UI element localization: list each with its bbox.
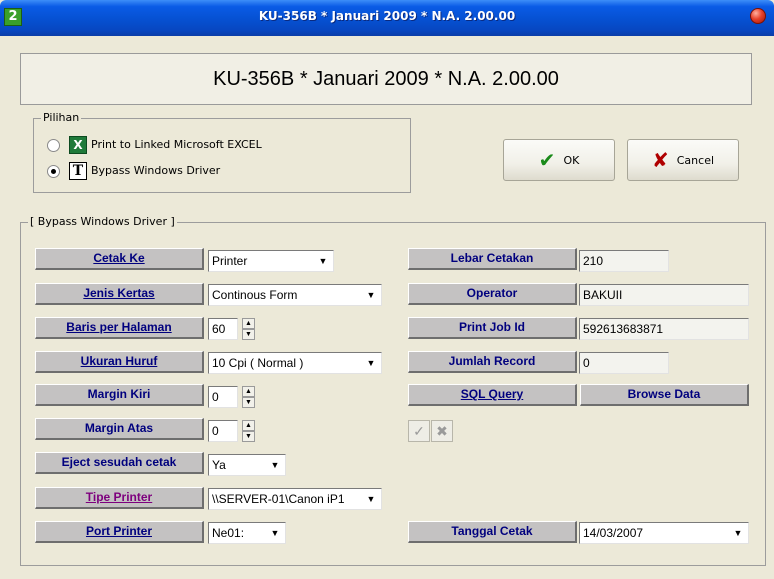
operator-field[interactable]: BAKUII [579, 284, 749, 306]
excel-icon: X [69, 136, 87, 154]
option-bypass-driver[interactable]: T Bypass Windows Driver [47, 162, 347, 182]
jumlah-record-field[interactable]: 0 [579, 352, 669, 374]
jenis-kertas-select[interactable]: Continous Form ▼ [208, 284, 382, 306]
label-jumlah-record: Jumlah Record [408, 351, 577, 373]
spin-down-icon[interactable]: ▼ [242, 397, 255, 408]
label-print-job-id: Print Job Id [408, 317, 577, 339]
label-cetak-ke: Cetak Ke [35, 248, 204, 270]
option-print-excel-label: Print to Linked Microsoft EXCEL [91, 138, 262, 151]
ok-button-label: OK [563, 153, 580, 167]
spin-down-icon[interactable]: ▼ [242, 329, 255, 340]
radio-print-excel[interactable] [47, 139, 60, 152]
chevron-down-icon[interactable]: ▼ [315, 253, 331, 269]
spin-up-icon[interactable]: ▲ [242, 420, 255, 431]
pilihan-group: Pilihan X Print to Linked Microsoft EXCE… [33, 111, 411, 193]
ukuran-huruf-select[interactable]: 10 Cpi ( Normal ) ▼ [208, 352, 382, 374]
label-lebar-cetakan: Lebar Cetakan [408, 248, 577, 270]
sql-query-button[interactable]: SQL Query [408, 384, 577, 406]
cetak-ke-select[interactable]: Printer ▼ [208, 250, 334, 272]
text-t-icon: T [69, 162, 87, 180]
tipe-printer-select[interactable]: \\SERVER-01\Canon iP1 ▼ [208, 488, 382, 510]
bypass-driver-legend: [ Bypass Windows Driver ] [28, 215, 177, 228]
margin-atas-spinner[interactable]: ▲ ▼ [242, 420, 255, 442]
title-bar[interactable]: 2 KU-356B * Januari 2009 * N.A. 2.00.00 [0, 0, 774, 36]
label-eject-sesudah-cetak: Eject sesudah cetak [35, 452, 204, 474]
lebar-cetakan-field[interactable]: 210 [579, 250, 669, 272]
header-panel: KU-356B * Januari 2009 * N.A. 2.00.00 [20, 53, 752, 105]
print-job-id-field[interactable]: 592613683871 [579, 318, 749, 340]
cancel-button[interactable]: ✘ Cancel [627, 139, 739, 181]
margin-atas-input[interactable]: 0 [208, 420, 238, 442]
chevron-down-icon[interactable]: ▼ [267, 457, 283, 473]
label-tanggal-cetak: Tanggal Cetak [408, 521, 577, 543]
baris-per-halaman-spinner[interactable]: ▲ ▼ [242, 318, 255, 340]
label-margin-atas: Margin Atas [35, 418, 204, 440]
pilihan-legend: Pilihan [41, 111, 82, 124]
eject-sesudah-cetak-select[interactable]: Ya ▼ [208, 454, 286, 476]
header-title: KU-356B * Januari 2009 * N.A. 2.00.00 [213, 68, 559, 90]
label-tipe-printer: Tipe Printer [35, 487, 204, 509]
margin-kiri-spinner[interactable]: ▲ ▼ [242, 386, 255, 408]
tanggal-cetak-picker[interactable]: 14/03/2007 ▼ [579, 522, 749, 544]
option-bypass-driver-label: Bypass Windows Driver [91, 164, 221, 177]
chevron-down-icon[interactable]: ▼ [363, 491, 379, 507]
label-baris-per-halaman: Baris per Halaman [35, 317, 204, 339]
port-printer-select[interactable]: Ne01: ▼ [208, 522, 286, 544]
check-icon: ✔ [538, 148, 556, 172]
label-ukuran-huruf: Ukuran Huruf [35, 351, 204, 373]
option-print-excel[interactable]: X Print to Linked Microsoft EXCEL [47, 136, 347, 156]
baris-per-halaman-input[interactable]: 60 [208, 318, 238, 340]
spin-up-icon[interactable]: ▲ [242, 318, 255, 329]
spin-up-icon[interactable]: ▲ [242, 386, 255, 397]
cross-icon: ✘ [651, 148, 669, 172]
label-port-printer: Port Printer [35, 521, 204, 543]
chevron-down-icon[interactable]: ▼ [730, 525, 746, 541]
label-operator: Operator [408, 283, 577, 305]
clear-cross-icon[interactable]: ✖ [431, 420, 453, 442]
chevron-down-icon[interactable]: ▼ [363, 355, 379, 371]
ok-button[interactable]: ✔ OK [503, 139, 615, 181]
radio-bypass-driver[interactable] [47, 165, 60, 178]
dialog-client-area: KU-356B * Januari 2009 * N.A. 2.00.00 Pi… [0, 36, 774, 579]
chevron-down-icon[interactable]: ▼ [363, 287, 379, 303]
label-margin-kiri: Margin Kiri [35, 384, 204, 406]
confirm-check-icon[interactable]: ✓ [408, 420, 430, 442]
window-title: KU-356B * Januari 2009 * N.A. 2.00.00 [258, 9, 516, 23]
browse-data-button[interactable]: Browse Data [580, 384, 749, 406]
cancel-button-label: Cancel [676, 153, 715, 167]
application-window: 2 KU-356B * Januari 2009 * N.A. 2.00.00 … [0, 0, 774, 579]
chevron-down-icon[interactable]: ▼ [267, 525, 283, 541]
spin-down-icon[interactable]: ▼ [242, 431, 255, 442]
label-jenis-kertas: Jenis Kertas [35, 283, 204, 305]
margin-kiri-input[interactable]: 0 [208, 386, 238, 408]
close-window-icon[interactable] [750, 8, 766, 24]
